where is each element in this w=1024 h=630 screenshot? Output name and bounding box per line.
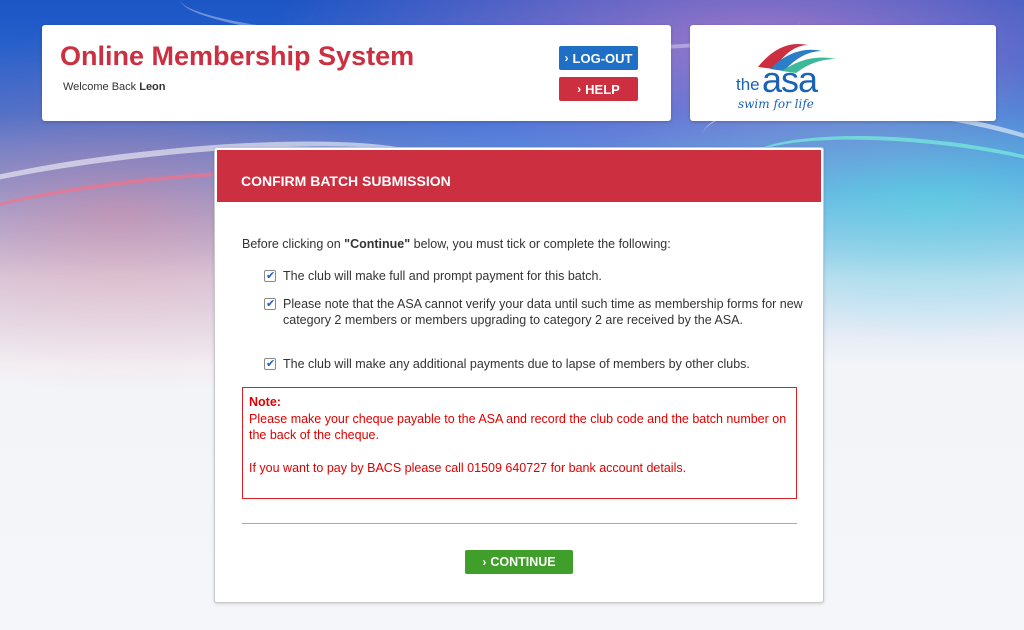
checkbox-label: Please note that the ASA cannot verify y… (283, 297, 803, 327)
welcome-prefix: Welcome Back (63, 81, 137, 93)
panel-title: CONFIRM BATCH SUBMISSION (241, 173, 451, 189)
intro-continue-bold: "Continue" (344, 237, 411, 251)
welcome-message: Welcome Back Leon (63, 81, 166, 93)
intro-before: Before clicking on (242, 237, 345, 251)
checkbox-checked-icon[interactable] (264, 296, 276, 312)
note-bacs-text: If you want to pay by BACS please call 0… (249, 461, 687, 475)
panel-header: CONFIRM BATCH SUBMISSION (217, 150, 821, 202)
help-button[interactable]: › HELP (559, 77, 638, 101)
logout-button[interactable]: › LOG-OUT (559, 46, 638, 70)
checkbox-label: The club will make full and prompt payme… (283, 269, 602, 283)
user-name: Leon (139, 81, 166, 93)
checkbox-label: The club will make any additional paymen… (283, 357, 750, 371)
payment-note: Note: Please make your cheque payable to… (242, 387, 797, 499)
chevron-right-icon: › (564, 51, 569, 65)
logo-asa: asa (762, 59, 818, 100)
help-label: HELP (585, 81, 620, 97)
instructions-text: Before clicking on "Continue" below, you… (242, 237, 671, 251)
checkbox-checked-icon[interactable] (264, 268, 276, 284)
continue-label: CONTINUE (490, 555, 556, 569)
logo-tagline: swim for life (738, 97, 814, 111)
continue-button[interactable]: › CONTINUE (465, 550, 573, 574)
app-title: Online Membership System (60, 41, 415, 71)
intro-after: below, you must tick or complete the fol… (410, 237, 671, 251)
note-cheque-text: Please make your cheque payable to the A… (249, 412, 787, 442)
note-label: Note: (249, 395, 281, 409)
logo-panel: the asa swim for life (690, 25, 996, 121)
confirm-batch-panel: CONFIRM BATCH SUBMISSION Before clicking… (214, 147, 824, 603)
chevron-right-icon: › (482, 555, 487, 569)
header-panel: Online Membership System Welcome Back Le… (42, 25, 671, 121)
logout-label: LOG-OUT (572, 50, 633, 66)
logo-the: the (736, 75, 760, 94)
chevron-right-icon: › (577, 82, 582, 96)
divider (242, 523, 797, 524)
checkbox-checked-icon[interactable] (264, 356, 276, 372)
asa-logo: the asa swim for life (730, 37, 840, 115)
